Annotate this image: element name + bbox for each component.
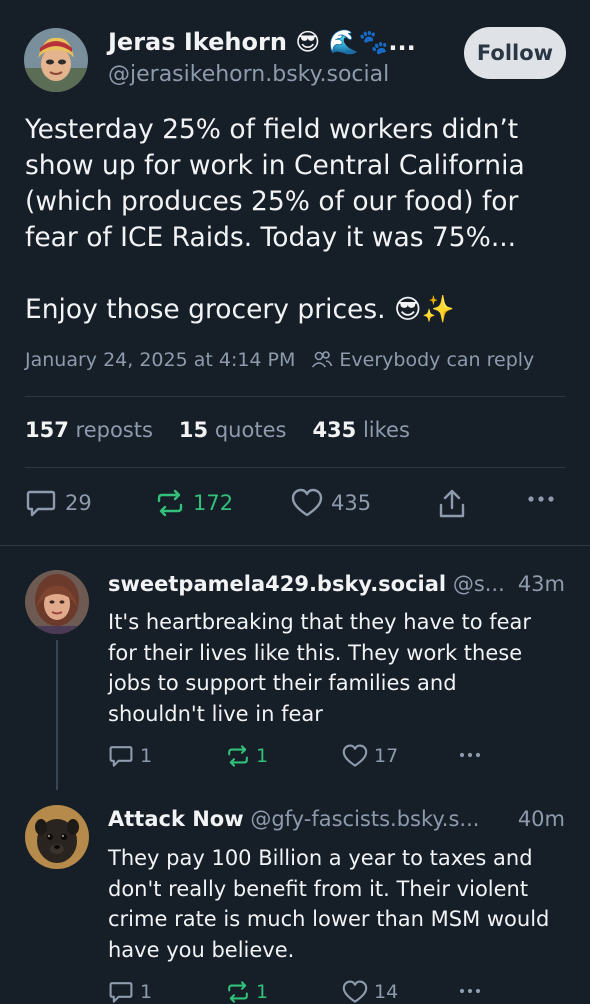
reply-header[interactable]: Attack Now @gfy-fascists.bsky.s... bbox=[108, 807, 479, 831]
post-meta: January 24, 2025 at 4:14 PM Everybody ca… bbox=[25, 349, 534, 371]
repost-icon bbox=[228, 981, 248, 1003]
quotes-stat[interactable]: 15 quotes bbox=[179, 418, 287, 442]
reply-repost-count: 1 bbox=[256, 745, 269, 767]
author-avatar[interactable] bbox=[24, 28, 88, 92]
like-icon bbox=[291, 488, 323, 517]
like-icon bbox=[342, 980, 368, 1003]
more-icon bbox=[528, 496, 554, 502]
repost-count: 172 bbox=[193, 491, 234, 515]
reply-icon bbox=[109, 746, 133, 767]
like-count: 435 bbox=[331, 491, 372, 515]
repost-icon bbox=[228, 745, 248, 767]
reply-time[interactable]: 40m bbox=[518, 807, 565, 831]
likes-count: 435 bbox=[312, 418, 357, 442]
divider bbox=[25, 396, 565, 397]
reply-more-button[interactable] bbox=[458, 987, 488, 995]
reply-author-name: sweetpamela429.bsky.social bbox=[108, 572, 447, 596]
reply-text: It's heartbreaking that they have to fea… bbox=[108, 610, 532, 726]
reply-author-handle: @s... bbox=[452, 572, 505, 596]
author-handle[interactable]: @jerasikehorn.bsky.social bbox=[108, 62, 389, 87]
post-actions: 29 172 435 bbox=[25, 488, 565, 524]
quotes-count: 15 bbox=[178, 418, 209, 442]
people-icon bbox=[312, 351, 333, 368]
repost-button[interactable]: 172 bbox=[155, 488, 233, 518]
more-button[interactable] bbox=[527, 494, 563, 504]
post-text-paragraph-2: Enjoy those grocery prices. 😎✨ bbox=[25, 294, 455, 325]
reply-header[interactable]: sweetpamela429.bsky.social @s... bbox=[108, 572, 505, 596]
reply-like-button[interactable]: 17 bbox=[342, 744, 398, 768]
reply-author-handle: @gfy-fascists.bsky.s... bbox=[250, 807, 480, 831]
engagement-stats: 157 reposts 15 quotes 435 likes bbox=[25, 418, 436, 442]
reposts-label: reposts bbox=[75, 418, 153, 442]
repost-icon bbox=[157, 489, 183, 517]
reply-author-name: Attack Now bbox=[108, 807, 244, 831]
reply-like-count: 17 bbox=[374, 745, 399, 767]
reply-repost-button[interactable]: 1 bbox=[226, 980, 268, 1004]
reply-reply-count: 1 bbox=[140, 745, 153, 767]
reposts-count: 157 bbox=[25, 418, 69, 442]
likes-stat[interactable]: 435 likes bbox=[312, 418, 409, 442]
section-separator bbox=[0, 545, 590, 546]
reply-like-button[interactable]: 14 bbox=[342, 980, 398, 1004]
reply-reply-button[interactable]: 1 bbox=[108, 980, 152, 1004]
post-body: Yesterday 25% of field workers didn’t sh… bbox=[25, 112, 570, 328]
reply-icon bbox=[109, 982, 133, 1003]
reply-button[interactable]: 29 bbox=[25, 488, 92, 518]
thread-line bbox=[56, 640, 58, 790]
reply-setting-label: Everybody can reply bbox=[339, 349, 535, 371]
quotes-label: quotes bbox=[214, 418, 287, 442]
post-text-paragraph-1: Yesterday 25% of field workers didn’t sh… bbox=[25, 114, 525, 253]
divider bbox=[25, 467, 565, 468]
reply-count: 29 bbox=[65, 491, 92, 515]
reply-icon bbox=[26, 490, 56, 517]
more-icon bbox=[459, 752, 481, 758]
reply-setting: Everybody can reply bbox=[311, 349, 534, 371]
reply-reply-button[interactable]: 1 bbox=[108, 744, 152, 768]
reply-avatar[interactable] bbox=[25, 570, 89, 634]
reply-repost-button[interactable]: 1 bbox=[226, 744, 268, 768]
post-timestamp[interactable]: January 24, 2025 at 4:14 PM bbox=[25, 349, 295, 371]
share-button[interactable] bbox=[437, 488, 475, 520]
author-name[interactable]: Jeras Ikehorn 😎 🌊🐾... bbox=[108, 28, 416, 56]
share-icon bbox=[439, 489, 465, 518]
reply-text: They pay 100 Billion a year to taxes and… bbox=[108, 846, 550, 962]
reply-time[interactable]: 43m bbox=[518, 572, 565, 596]
likes-label: likes bbox=[362, 418, 410, 442]
reply-more-button[interactable] bbox=[458, 751, 488, 759]
more-icon bbox=[459, 988, 481, 994]
reposts-stat[interactable]: 157 reposts bbox=[25, 418, 153, 442]
follow-button[interactable]: Follow bbox=[464, 27, 566, 79]
like-button[interactable]: 435 bbox=[291, 488, 371, 518]
reply-avatar[interactable] bbox=[25, 805, 89, 869]
like-icon bbox=[342, 744, 368, 767]
